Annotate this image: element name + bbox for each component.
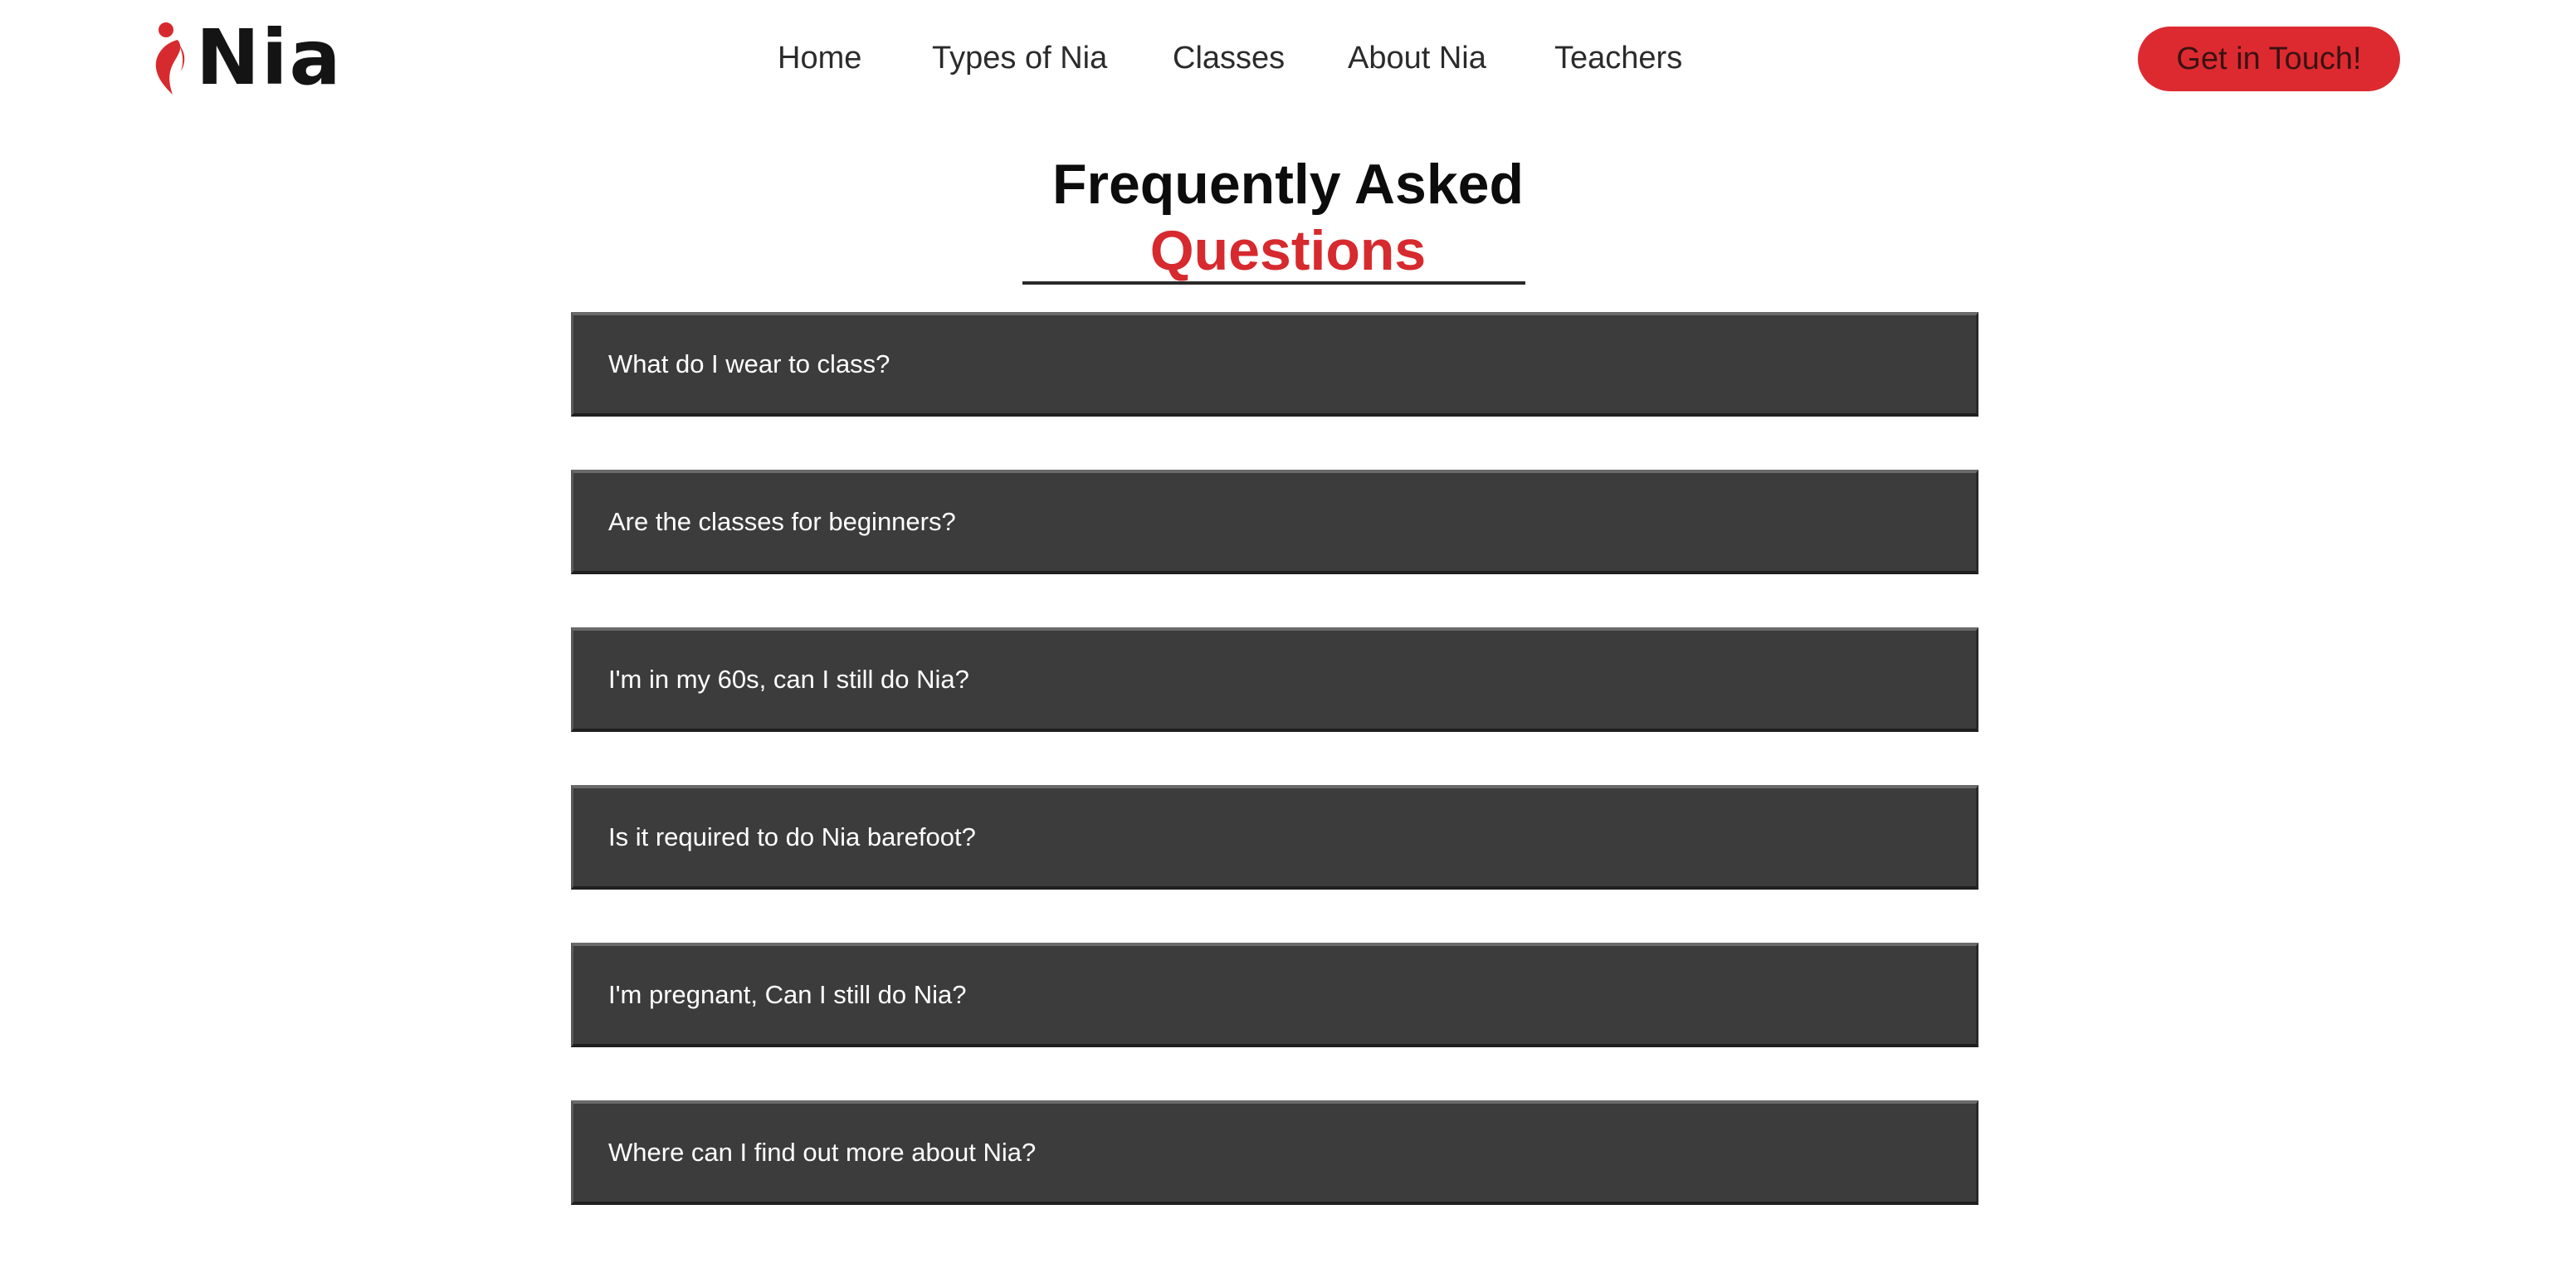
nav-item-about-nia[interactable]: About Nia bbox=[1348, 37, 1486, 80]
get-in-touch-button[interactable]: Get in Touch! bbox=[2138, 27, 2400, 91]
nav-item-home[interactable]: Home bbox=[778, 37, 861, 80]
faq-title: Frequently Asked bbox=[1051, 153, 1525, 216]
faq-question: I'm in my 60s, can I still do Nia? bbox=[608, 665, 969, 694]
faq-list: What do I wear to class? Are the classes… bbox=[571, 312, 1978, 1258]
site-header: Nia Home Types of Nia Classes About Nia … bbox=[0, 0, 2576, 116]
nav-item-classes[interactable]: Classes bbox=[1173, 37, 1285, 80]
faq-subtitle: Questions bbox=[1149, 219, 1427, 282]
faq-heading-underline bbox=[1022, 281, 1525, 285]
nav-item-types-of-nia[interactable]: Types of Nia bbox=[932, 37, 1107, 80]
faq-item-what-to-wear[interactable]: What do I wear to class? bbox=[571, 312, 1978, 417]
nav-item-teachers[interactable]: Teachers bbox=[1554, 37, 1682, 80]
faq-heading: Frequently Asked Questions bbox=[0, 151, 2576, 284]
faq-item-pregnant[interactable]: I'm pregnant, Can I still do Nia? bbox=[571, 943, 1978, 1047]
faq-item-find-out-more[interactable]: Where can I find out more about Nia? bbox=[571, 1100, 1978, 1205]
faq-question: What do I wear to class? bbox=[608, 349, 890, 378]
faq-item-beginners[interactable]: Are the classes for beginners? bbox=[571, 470, 1978, 574]
faq-question: Are the classes for beginners? bbox=[608, 507, 956, 536]
faq-question: I'm pregnant, Can I still do Nia? bbox=[608, 980, 967, 1009]
faq-question: Where can I find out more about Nia? bbox=[608, 1138, 1037, 1167]
faq-item-age-60s[interactable]: I'm in my 60s, can I still do Nia? bbox=[571, 627, 1978, 732]
faq-item-barefoot[interactable]: Is it required to do Nia barefoot? bbox=[571, 785, 1978, 890]
faq-question: Is it required to do Nia barefoot? bbox=[608, 822, 976, 851]
page: Nia Home Types of Nia Classes About Nia … bbox=[0, 0, 2576, 1268]
